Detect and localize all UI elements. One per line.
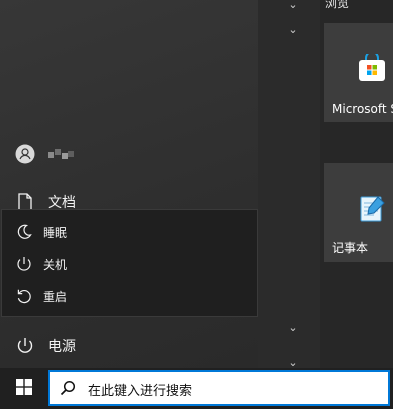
search-icon (60, 380, 76, 400)
taskbar: 在此键入进行搜索 (0, 368, 393, 409)
chevron-down-icon[interactable]: ⌄ (287, 357, 299, 368)
notepad-tile[interactable]: 记事本 (324, 163, 393, 262)
notepad-icon (358, 193, 388, 223)
user-name-obscured (48, 149, 74, 159)
user-account-row[interactable] (14, 143, 74, 165)
power-label: 电源 (48, 339, 76, 355)
restart-label: 重启 (43, 289, 68, 304)
shutdown-menu-item[interactable]: 关机 (2, 248, 257, 280)
shutdown-label: 关机 (43, 257, 68, 272)
notepad-label: 记事本 (332, 241, 369, 255)
app-list-column (258, 0, 320, 368)
power-icon (16, 256, 32, 275)
microsoft-store-tile[interactable]: Microsoft St (324, 23, 393, 122)
start-menu-screen: 文档 电源 睡眠 关机 重启 ⌄ ⌄ ⌄ ⌄ 浏览 Microsoft 记事本 … (0, 0, 393, 409)
power-options-flyout: 睡眠 关机 重启 (1, 209, 258, 317)
start-button[interactable] (0, 368, 48, 409)
windows-logo-icon (16, 378, 32, 399)
sleep-label: 睡眠 (43, 225, 68, 240)
restart-icon (16, 288, 32, 307)
moon-icon (16, 224, 32, 243)
search-box[interactable]: 在此键入进行搜索 (48, 370, 390, 406)
restart-menu-item[interactable]: 重启 (2, 280, 257, 312)
search-placeholder: 在此键入进行搜索 (88, 384, 193, 399)
chevron-down-icon[interactable]: ⌄ (287, 322, 299, 333)
power-icon (14, 337, 36, 355)
power-row[interactable]: 电源 (14, 334, 76, 358)
chevron-down-icon[interactable]: ⌄ (287, 24, 299, 35)
store-icon (358, 51, 386, 82)
user-avatar-icon (14, 144, 36, 164)
tiles-group-header: 浏览 (325, 0, 350, 10)
chevron-down-icon[interactable]: ⌄ (287, 0, 299, 10)
microsoft-store-label: Microsoft St (332, 102, 393, 116)
sleep-menu-item[interactable]: 睡眠 (2, 216, 257, 248)
